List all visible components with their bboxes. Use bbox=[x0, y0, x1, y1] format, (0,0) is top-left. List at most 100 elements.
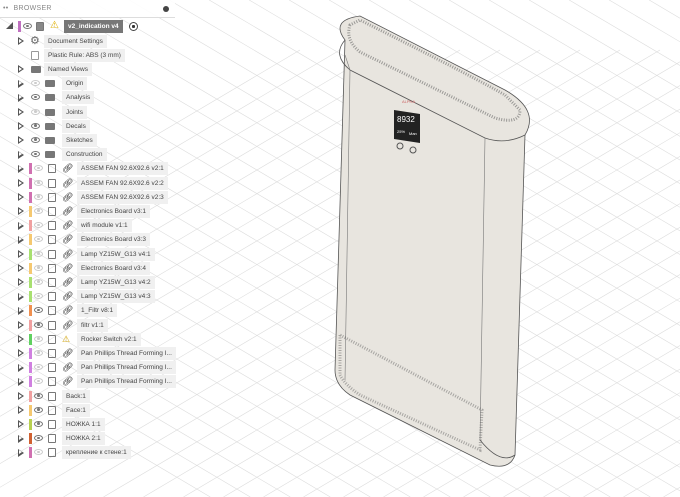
expand-triangle-icon[interactable] bbox=[18, 179, 24, 187]
expand-triangle-icon[interactable] bbox=[18, 292, 24, 301]
expand-triangle-icon[interactable] bbox=[18, 250, 24, 258]
browser-item-label: Named Views bbox=[44, 62, 92, 76]
expand-triangle-icon[interactable] bbox=[18, 193, 24, 202]
visibility-icon[interactable] bbox=[31, 136, 40, 143]
expand-triangle-icon[interactable] bbox=[18, 377, 24, 386]
expand-triangle-icon[interactable] bbox=[18, 420, 24, 429]
expand-triangle-icon[interactable] bbox=[18, 448, 24, 457]
visibility-icon[interactable] bbox=[34, 378, 43, 385]
link-icon: 🔗︎ bbox=[62, 177, 74, 188]
expand-triangle-icon[interactable] bbox=[18, 221, 24, 230]
expand-triangle-icon[interactable] bbox=[18, 65, 24, 74]
expand-triangle-icon[interactable] bbox=[18, 136, 24, 145]
expand-triangle-icon[interactable] bbox=[18, 363, 24, 372]
collapse-triangle-icon[interactable] bbox=[6, 22, 13, 29]
expand-triangle-icon[interactable] bbox=[18, 392, 24, 400]
color-tag bbox=[29, 447, 32, 459]
visibility-icon[interactable] bbox=[34, 406, 43, 413]
expand-triangle-icon[interactable] bbox=[18, 164, 24, 173]
component-icon bbox=[48, 448, 56, 458]
visibility-icon[interactable] bbox=[23, 23, 32, 29]
browser-item-label: Pan Phillips Thread Forming I... bbox=[77, 375, 176, 389]
color-tag bbox=[29, 276, 32, 288]
browser-item-label: НОЖКА 2:1 bbox=[62, 432, 105, 446]
component-icon bbox=[48, 405, 56, 415]
link-icon: 🔗︎ bbox=[62, 234, 74, 245]
expand-triangle-icon[interactable] bbox=[18, 207, 24, 216]
color-tag bbox=[29, 220, 32, 232]
expand-triangle-icon[interactable] bbox=[18, 108, 24, 116]
expand-triangle-icon[interactable] bbox=[18, 434, 24, 443]
browser-item-label: wifi module v1:1 bbox=[77, 219, 132, 233]
expand-triangle-icon[interactable] bbox=[18, 335, 24, 344]
visibility-icon[interactable] bbox=[34, 349, 43, 356]
visibility-icon[interactable] bbox=[34, 335, 43, 342]
visibility-icon[interactable] bbox=[34, 392, 43, 399]
folder-icon bbox=[45, 151, 55, 159]
collapse-icon[interactable]: •• bbox=[3, 5, 9, 12]
browser-item-label: Pan Phillips Thread Forming I... bbox=[77, 361, 176, 375]
link-icon: 🔗︎ bbox=[62, 220, 74, 231]
visibility-icon[interactable] bbox=[31, 151, 40, 158]
visibility-icon[interactable] bbox=[34, 207, 43, 214]
color-tag bbox=[29, 291, 32, 303]
visibility-icon[interactable] bbox=[34, 193, 43, 200]
expand-triangle-icon[interactable] bbox=[18, 122, 24, 131]
visibility-icon[interactable] bbox=[31, 80, 40, 87]
expand-triangle-icon[interactable] bbox=[18, 321, 24, 329]
browser-item-label: Lamp YZ15W_G13 v4:3 bbox=[77, 290, 155, 304]
color-tag bbox=[29, 305, 32, 317]
component-icon bbox=[48, 334, 56, 344]
expand-triangle-icon[interactable] bbox=[18, 349, 24, 358]
visibility-icon[interactable] bbox=[34, 236, 43, 243]
expand-triangle-icon[interactable] bbox=[18, 278, 24, 287]
visibility-icon[interactable] bbox=[34, 222, 43, 229]
expand-triangle-icon[interactable] bbox=[18, 79, 24, 88]
expand-triangle-icon[interactable] bbox=[18, 37, 24, 45]
root-label: v2_indication v4 bbox=[64, 20, 123, 33]
browser-item-label: Electronics Board v3:4 bbox=[77, 261, 151, 275]
visibility-icon[interactable] bbox=[34, 321, 43, 328]
pin-icon[interactable] bbox=[163, 5, 169, 12]
warning-icon: ⚠ bbox=[62, 333, 71, 344]
visibility-icon[interactable] bbox=[34, 278, 43, 285]
folder-icon bbox=[31, 65, 41, 73]
expand-triangle-icon[interactable] bbox=[18, 235, 24, 244]
activate-radio-icon[interactable] bbox=[129, 22, 138, 31]
color-tag bbox=[29, 248, 32, 260]
browser-item-label: Joints bbox=[62, 105, 87, 119]
visibility-icon[interactable] bbox=[31, 122, 40, 129]
expand-triangle-icon[interactable] bbox=[18, 306, 24, 315]
browser-item-label: Lamp YZ15W_G13 v4:1 bbox=[77, 247, 155, 261]
expand-triangle-icon[interactable] bbox=[18, 150, 24, 159]
browser-title: BROWSER bbox=[13, 5, 52, 12]
expand-triangle-icon[interactable] bbox=[18, 406, 24, 415]
color-tag bbox=[29, 418, 32, 430]
color-tag bbox=[29, 362, 32, 374]
color-tag bbox=[29, 262, 32, 274]
visibility-icon[interactable] bbox=[34, 293, 43, 300]
component-icon bbox=[48, 192, 56, 202]
expand-triangle-icon[interactable] bbox=[18, 264, 24, 273]
visibility-icon[interactable] bbox=[34, 179, 43, 186]
visibility-icon[interactable] bbox=[34, 264, 43, 271]
visibility-icon[interactable] bbox=[34, 250, 43, 257]
visibility-icon[interactable] bbox=[34, 420, 43, 427]
visibility-icon[interactable] bbox=[34, 435, 43, 442]
expand-triangle-icon[interactable] bbox=[18, 93, 24, 102]
visibility-icon[interactable] bbox=[34, 165, 43, 172]
color-tag bbox=[29, 390, 32, 402]
visibility-icon[interactable] bbox=[34, 364, 43, 371]
component-icon bbox=[48, 206, 56, 216]
color-tag bbox=[29, 234, 32, 246]
device-logo: ALPHA bbox=[402, 99, 415, 104]
browser-item-label: ASSEM FAN 92.6X92.6 v2:1 bbox=[77, 162, 168, 176]
visibility-icon[interactable] bbox=[34, 307, 43, 314]
visibility-icon[interactable] bbox=[34, 449, 43, 456]
color-tag bbox=[29, 319, 32, 331]
display-mode: Man bbox=[409, 131, 417, 136]
visibility-icon[interactable] bbox=[31, 94, 40, 101]
visibility-icon[interactable] bbox=[31, 108, 40, 115]
browser-item-label: НОЖКА 1:1 bbox=[62, 417, 105, 431]
link-icon: 🔗︎ bbox=[62, 305, 74, 316]
